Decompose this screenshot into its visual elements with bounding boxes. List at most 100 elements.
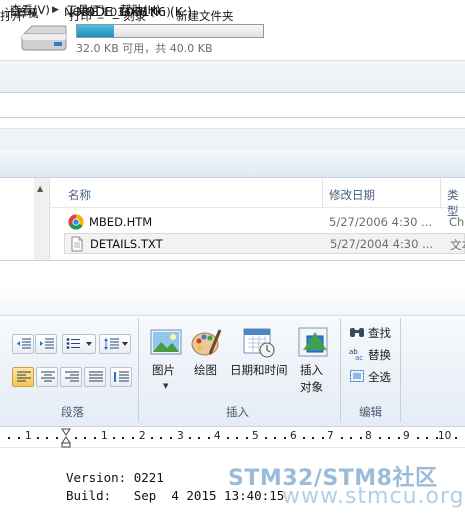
ruler-tick [302, 437, 305, 439]
ruler-tick [46, 437, 48, 439]
file-date: 5/27/2006 4:30 ... [329, 215, 433, 229]
text-file-icon [71, 236, 83, 252]
replace-icon[interactable]: ab ac [349, 347, 365, 361]
ruler-tick [207, 437, 210, 439]
ruler-number: 6 [290, 430, 297, 442]
align-center-icon [41, 371, 55, 382]
menu-bar [0, 128, 465, 148]
ruler-tick [131, 437, 134, 439]
column-name[interactable]: 名称 [68, 187, 91, 203]
select-all-icon[interactable] [349, 369, 365, 383]
increase-indent-button[interactable] [35, 334, 57, 354]
ruler-tick [264, 437, 267, 439]
file-row[interactable]: DETAILS.TXT 5/27/2004 4:30 ... 文本 [64, 233, 465, 254]
ruler-number: 9 [403, 430, 410, 442]
ruler-tick [378, 437, 381, 439]
paint-button-label[interactable]: 绘图 [194, 362, 217, 378]
ruler-tick [36, 437, 39, 439]
decrease-indent-button[interactable] [12, 334, 34, 354]
ruler-tick [17, 437, 20, 439]
new-folder-button[interactable]: 新建文件夹 [176, 8, 234, 24]
justify-icon [89, 371, 103, 382]
ruler-number: 1 [101, 430, 108, 442]
replace-button[interactable]: 替换 [368, 347, 391, 363]
ruler-tick [388, 437, 390, 439]
window-gap [0, 260, 465, 290]
picture-button-label[interactable]: 图片 [152, 362, 175, 378]
burn-button[interactable]: 刻录 [123, 8, 146, 24]
calendar-clock-icon[interactable] [243, 326, 275, 358]
column-header: 名称 修改日期 类型 [50, 178, 465, 218]
capacity-bar [76, 24, 264, 38]
print-button[interactable]: 打印 [69, 8, 92, 24]
decrease-indent-icon [17, 338, 31, 349]
align-center-button[interactable] [36, 367, 58, 387]
ruler-tick [454, 437, 457, 439]
ruler-tick [236, 437, 238, 439]
paint-icon[interactable] [190, 326, 222, 358]
spacer [0, 118, 465, 128]
insert-object-icon[interactable] [297, 326, 329, 358]
version-line: Version: 0221 [66, 470, 164, 485]
watermark-url: www.stmcu.org [282, 484, 465, 509]
insert-object-label-line1[interactable]: 插入 [300, 362, 323, 378]
scroll-up-icon[interactable]: ▲ [37, 184, 43, 193]
line-spacing-button[interactable] [99, 334, 131, 354]
datetime-button-label[interactable]: 日期和时间 [230, 362, 288, 378]
column-divider[interactable] [440, 178, 441, 208]
ruler-tick [150, 437, 153, 439]
find-button[interactable]: 查找 [368, 325, 391, 341]
ruler-tick [122, 437, 124, 439]
svg-text:ac: ac [355, 354, 363, 361]
list-button[interactable] [62, 334, 96, 354]
select-all-button[interactable]: 全选 [368, 369, 391, 385]
file-name: MBED.HTM [89, 215, 153, 229]
capacity-bar-fill [77, 25, 115, 37]
group-label-insert: 插入 [226, 405, 249, 419]
address-bar[interactable] [0, 92, 465, 118]
binoculars-icon[interactable] [349, 325, 365, 339]
ruler-tick [435, 437, 438, 439]
ruler-tick [397, 437, 400, 439]
ruler-tick [321, 437, 324, 439]
group-label-edit: 编辑 [359, 405, 382, 419]
column-date[interactable]: 修改日期 [329, 187, 375, 203]
ruler-tick [312, 437, 314, 439]
open-button[interactable]: 打开 [0, 8, 23, 24]
picture-dropdown-icon[interactable]: ▼ [163, 382, 168, 390]
ruler-tick [340, 437, 343, 439]
paragraph-button[interactable] [110, 367, 132, 387]
indent-marker-icon[interactable] [61, 428, 71, 448]
ruler-tick [226, 437, 229, 439]
ruler-tick [55, 437, 58, 439]
ruler-tick [283, 437, 286, 439]
align-right-button[interactable] [60, 367, 82, 387]
file-row[interactable]: MBED.HTM 5/27/2006 4:30 ... Ch [64, 212, 465, 233]
bullet-list-icon [66, 338, 92, 349]
ruler-tick [198, 437, 200, 439]
window-gap [0, 60, 465, 92]
breadcrumb-arrow-icon[interactable]: ▶ [52, 5, 59, 15]
ruler-tick [169, 437, 172, 439]
group-separator [340, 318, 341, 422]
align-right-icon [65, 371, 79, 382]
ruler-tick [245, 437, 248, 439]
column-divider[interactable] [322, 178, 323, 208]
picture-icon[interactable] [150, 326, 182, 358]
ruler-number: 10 [438, 430, 452, 442]
ruler-tick [359, 437, 362, 439]
insert-object-label-line2[interactable]: 对象 [300, 379, 323, 395]
justify-button[interactable] [84, 367, 106, 387]
ruler-number: 4 [214, 430, 221, 442]
open-dropdown-icon[interactable]: ▼ [31, 10, 37, 19]
line-spacing-icon [104, 338, 128, 350]
ruler-number: 3 [177, 430, 184, 442]
chrome-icon [68, 214, 84, 230]
ruler-tick [74, 437, 77, 439]
file-date: 5/27/2004 4:30 ... [330, 237, 434, 251]
ruler-number: 7 [327, 430, 334, 442]
ruler-tick [93, 437, 96, 439]
ribbon-tab-strip [0, 290, 465, 316]
ruler-tick [274, 437, 276, 439]
align-left-button[interactable] [12, 367, 34, 387]
